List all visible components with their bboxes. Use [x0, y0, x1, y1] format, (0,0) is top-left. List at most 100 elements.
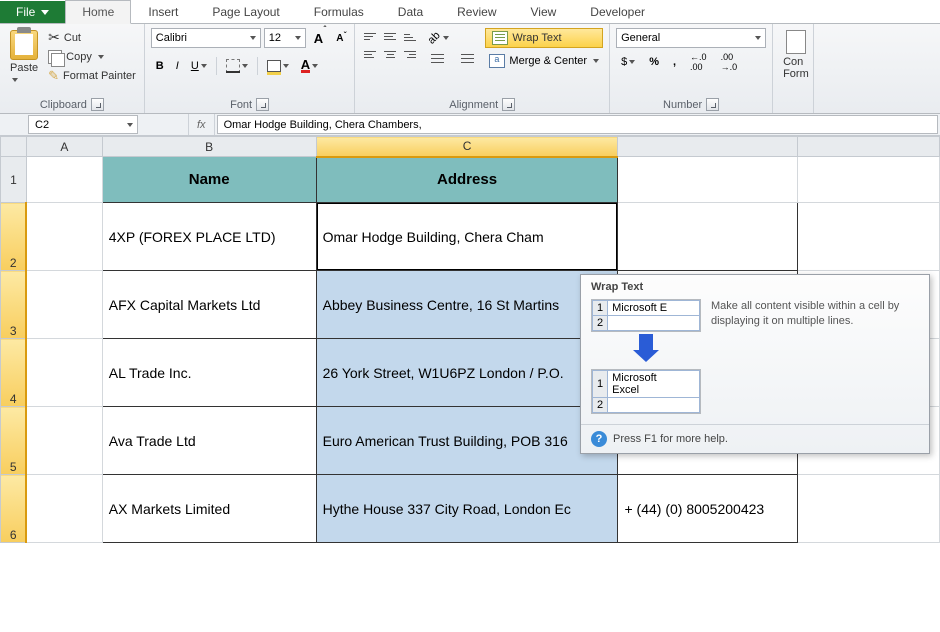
indent-dec-icon: [428, 52, 446, 68]
number-label: Number: [663, 99, 702, 111]
insert-tab[interactable]: Insert: [131, 0, 195, 23]
conditional-formatting-button[interactable]: ConForm: [779, 28, 813, 82]
font-launcher[interactable]: [256, 98, 269, 111]
cell-c6[interactable]: Hythe House 337 City Road, London Ec: [316, 475, 618, 543]
row-header-5[interactable]: 5: [1, 407, 27, 475]
shrink-font-button[interactable]: A: [331, 28, 348, 48]
format-painter-button[interactable]: ✎Format Painter: [46, 67, 138, 85]
cell-b2[interactable]: 4XP (FOREX PLACE LTD): [102, 203, 316, 271]
cell-a1[interactable]: [26, 157, 102, 203]
cell-e6[interactable]: [798, 475, 940, 543]
indent-inc-icon: [458, 52, 476, 68]
cell-c2[interactable]: Omar Hodge Building, Chera Cham: [316, 203, 618, 271]
formula-bar-row: C2 fx Omar Hodge Building, Chera Chamber…: [0, 114, 940, 136]
align-center-button[interactable]: [381, 46, 399, 62]
brush-icon: ✎: [48, 68, 59, 84]
arrow-down-icon: [639, 334, 653, 352]
align-bottom-button[interactable]: [401, 28, 419, 44]
col-header-d[interactable]: [618, 137, 798, 157]
cell-a3[interactable]: [26, 271, 102, 339]
row-header-2[interactable]: 2: [1, 203, 27, 271]
cell-d1[interactable]: [618, 157, 798, 203]
cell-d2[interactable]: [618, 203, 798, 271]
col-header-c[interactable]: C: [316, 137, 618, 157]
select-all-corner[interactable]: [1, 137, 27, 157]
page-layout-tab[interactable]: Page Layout: [195, 0, 296, 23]
data-tab[interactable]: Data: [381, 0, 440, 23]
bold-button[interactable]: B: [151, 56, 169, 76]
cut-button[interactable]: ✂Cut: [46, 28, 138, 47]
align-right-button[interactable]: [401, 46, 419, 62]
formula-bar[interactable]: Omar Hodge Building, Chera Chambers,: [217, 115, 938, 134]
fx-label[interactable]: fx: [188, 114, 215, 135]
col-header-a[interactable]: A: [26, 137, 102, 157]
clipboard-launcher[interactable]: [91, 98, 104, 111]
truncated-group: ConForm: [773, 24, 814, 113]
align-top-button[interactable]: [361, 28, 379, 44]
cell-b3[interactable]: AFX Capital Markets Ltd: [102, 271, 316, 339]
underline-button[interactable]: U: [186, 56, 212, 76]
increase-decimal-button[interactable]: ←.0.00: [685, 52, 712, 72]
fill-icon: [267, 60, 281, 72]
align-left-button[interactable]: [361, 46, 379, 62]
cell-a4[interactable]: [26, 339, 102, 407]
tooltip-title: Wrap Text: [581, 275, 929, 295]
font-size-combo[interactable]: 12: [264, 28, 306, 48]
italic-button[interactable]: I: [171, 56, 184, 76]
name-box[interactable]: C2: [28, 115, 138, 134]
wrap-text-button[interactable]: Wrap Text: [485, 28, 603, 48]
number-launcher[interactable]: [706, 98, 719, 111]
cell-c4[interactable]: 26 York Street, W1U6PZ London / P.O.: [316, 339, 618, 407]
paste-button[interactable]: Paste: [6, 28, 42, 88]
row-header-6[interactable]: 6: [1, 475, 27, 543]
view-tab[interactable]: View: [514, 0, 574, 23]
cell-a6[interactable]: [26, 475, 102, 543]
home-tab[interactable]: Home: [65, 0, 131, 24]
decrease-decimal-button[interactable]: .00→.0: [716, 52, 743, 72]
file-tab[interactable]: File: [0, 1, 65, 23]
cell-b1[interactable]: Name: [102, 157, 316, 203]
fill-color-button[interactable]: [262, 56, 294, 76]
comma-button[interactable]: ,: [668, 52, 681, 72]
alignment-label: Alignment: [449, 99, 498, 111]
border-button[interactable]: [221, 56, 253, 76]
increase-indent-button[interactable]: [453, 50, 481, 70]
cell-c3[interactable]: Abbey Business Centre, 16 St Martins: [316, 271, 618, 339]
help-icon: ?: [591, 431, 607, 447]
cell-b5[interactable]: Ava Trade Ltd: [102, 407, 316, 475]
cell-b4[interactable]: AL Trade Inc.: [102, 339, 316, 407]
row-header-4[interactable]: 4: [1, 339, 27, 407]
review-tab[interactable]: Review: [440, 0, 513, 23]
font-name-combo[interactable]: Calibri: [151, 28, 261, 48]
copy-button[interactable]: Copy: [46, 49, 138, 65]
number-group: General $ % , ←.0.00 .00→.0 Number: [610, 24, 773, 113]
merge-center-button[interactable]: Merge & Center: [485, 52, 603, 70]
tooltip-preview-before: 1Microsoft E2: [591, 299, 701, 332]
currency-button[interactable]: $: [616, 52, 640, 72]
col-header-e[interactable]: [798, 137, 940, 157]
percent-button[interactable]: %: [644, 52, 664, 72]
cell-b6[interactable]: AX Markets Limited: [102, 475, 316, 543]
col-header-b[interactable]: B: [102, 137, 316, 157]
cell-c5[interactable]: Euro American Trust Building, POB 316: [316, 407, 618, 475]
formulas-tab[interactable]: Formulas: [297, 0, 381, 23]
grow-font-button[interactable]: A: [309, 28, 328, 48]
developer-tab[interactable]: Developer: [573, 0, 662, 23]
cell-a2[interactable]: [26, 203, 102, 271]
row-header-1[interactable]: 1: [1, 157, 27, 203]
copy-icon: [48, 50, 62, 64]
decrease-indent-button[interactable]: [423, 50, 451, 70]
number-format-combo[interactable]: General: [616, 28, 766, 48]
align-middle-button[interactable]: [381, 28, 399, 44]
font-color-button[interactable]: A: [296, 56, 323, 76]
ribbon: Paste ✂Cut Copy ✎Format Painter Clipboar…: [0, 24, 940, 114]
cell-e2[interactable]: [798, 203, 940, 271]
row-header-3[interactable]: 3: [1, 271, 27, 339]
orientation-button[interactable]: ab: [423, 28, 481, 48]
cell-c1[interactable]: Address: [316, 157, 618, 203]
alignment-launcher[interactable]: [502, 98, 515, 111]
cell-d6[interactable]: + (44) (0) 8005200423: [618, 475, 798, 543]
cell-e1[interactable]: [798, 157, 940, 203]
cell-a5[interactable]: [26, 407, 102, 475]
font-label: Font: [230, 99, 252, 111]
